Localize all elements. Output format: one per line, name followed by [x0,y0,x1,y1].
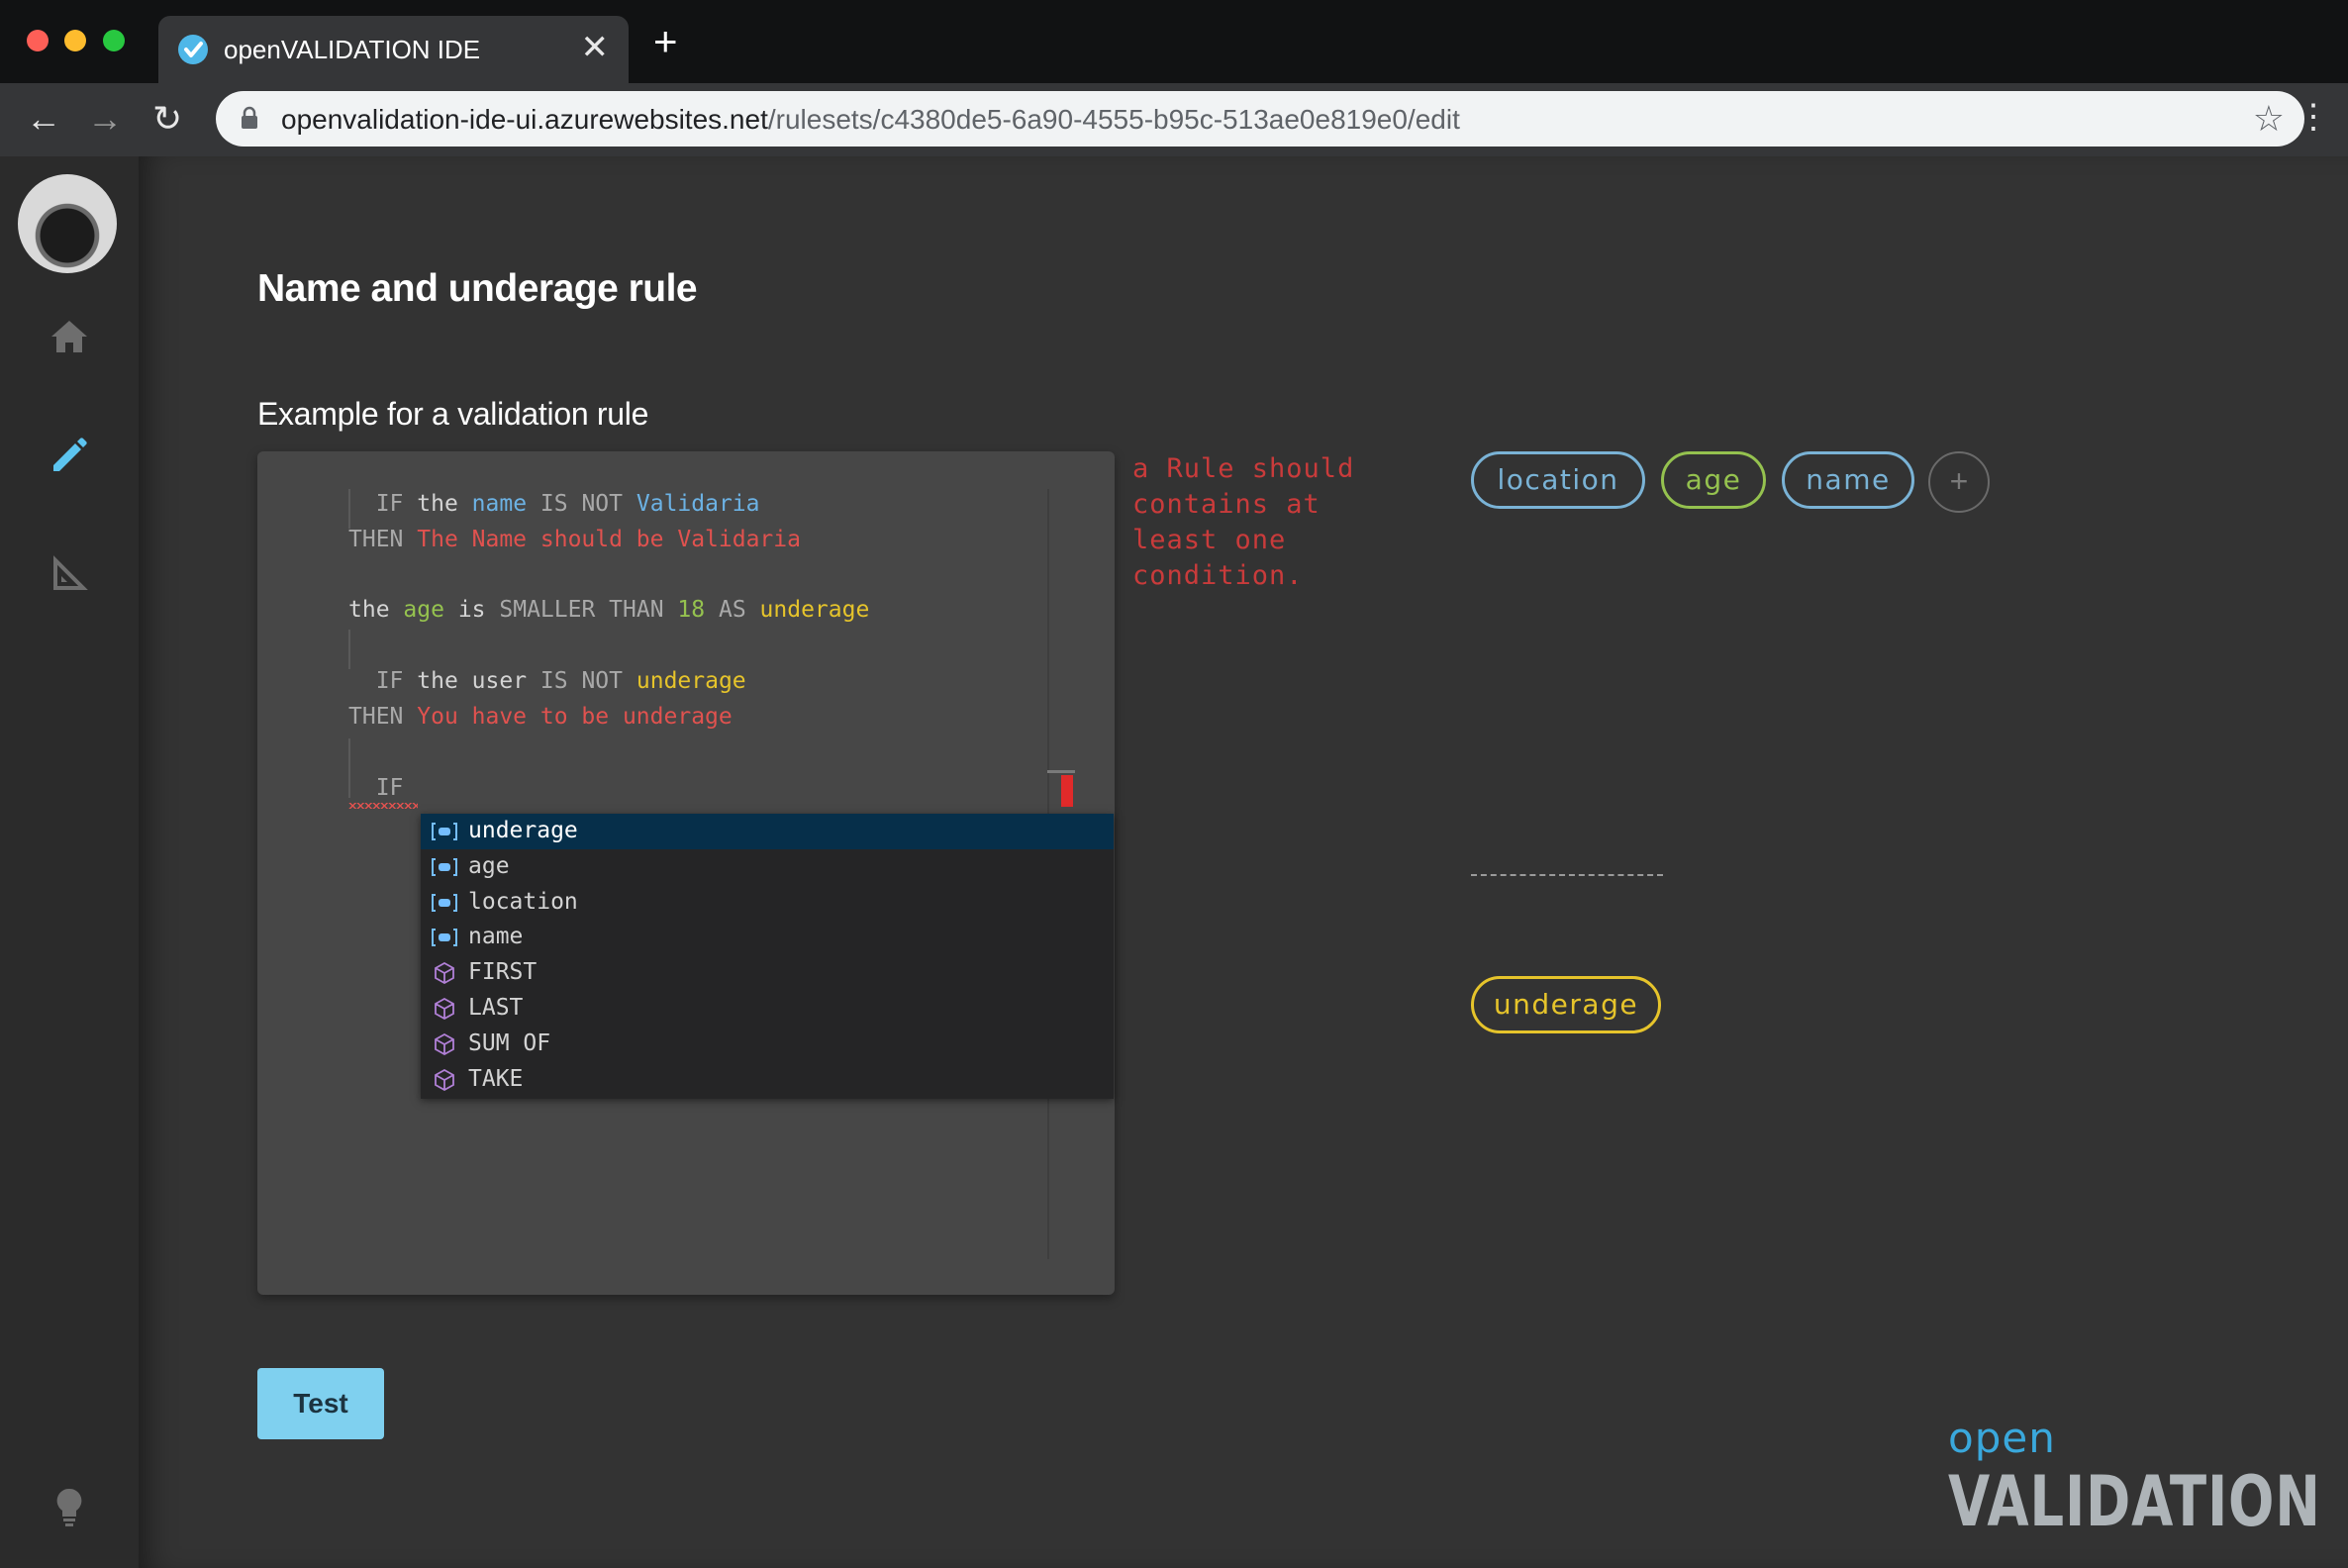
suggestion-item[interactable]: age [421,849,1114,885]
avatar[interactable] [18,174,117,273]
home-icon[interactable] [46,313,93,360]
test-button[interactable]: Test [257,1368,384,1439]
browser-toolbar: ← → ↻ openvalidation-ide-ui.azurewebsite… [0,83,2348,156]
error-squiggle [348,803,418,809]
schema-chip-age[interactable]: age [1661,451,1766,509]
tab-title: openVALIDATION IDE [224,35,481,64]
module-icon [435,1068,454,1091]
suggestion-item[interactable]: underage [421,814,1114,849]
code-line: THEN You have to be underage [348,704,733,730]
variable-icon [432,893,457,912]
variable-chip-underage[interactable]: underage [1471,976,1661,1033]
close-window-button[interactable] [27,30,49,51]
main-content: Name and underage rule Example for a val… [139,156,2348,1568]
suggestion-item[interactable]: location [421,885,1114,921]
pencil-icon[interactable] [46,432,93,479]
ruler-icon[interactable] [46,550,93,598]
suggestion-item[interactable]: name [421,920,1114,955]
code-line: IF the user IS NOT underage [375,668,746,694]
browser-menu-icon[interactable]: ⋮ [2297,97,2330,137]
indent-guide [348,630,350,669]
logo-validation-text: VALIDATION [1948,1461,2321,1542]
code-line: IF the name IS NOT Validaria [375,491,760,517]
autocomplete-list[interactable]: underage age location name FIRST LAST SU… [421,814,1114,1099]
url-path: /rulesets/c4380de5-6a90-4555-b95c-513ae0… [767,104,1460,135]
maximize-window-button[interactable] [103,30,125,51]
suggestion-item[interactable]: TAKE [421,1062,1114,1098]
back-icon[interactable]: ← [26,99,61,139]
code-line-current: IF [375,775,404,801]
variable-icon [432,823,457,840]
code-line: the age is SMALLER THAN 18 AS underage [348,597,870,623]
minimize-window-button[interactable] [64,30,86,51]
page-title: Name and underage rule [257,267,698,310]
code-line: THEN The Name should be Validaria [348,527,801,552]
url-host: openvalidation-ide-ui.azurewebsites.net [281,104,768,135]
variable-icon [432,857,457,876]
module-icon [435,1032,454,1055]
openvalidation-logo: open VALIDATION [1948,1414,2324,1542]
suggestion-item[interactable]: LAST [421,991,1114,1027]
dashed-divider [1471,874,1663,876]
add-schema-field-button[interactable]: + [1928,451,1990,513]
suggestion-item[interactable]: SUM OF [421,1027,1114,1062]
variable-icon [432,929,457,947]
scrollbar-cursor-marker [1047,770,1075,773]
bookmark-star-icon[interactable]: ☆ [2253,99,2285,139]
browser-tab[interactable]: openVALIDATION IDE ✕ [158,16,629,83]
schema-chip-location[interactable]: location [1471,451,1645,509]
suggestion-item[interactable]: FIRST [421,955,1114,991]
logo-open-text: open [1948,1414,2056,1462]
section-title: Example for a validation rule [257,396,649,432]
rule-code-editor[interactable]: IF the name IS NOT Validaria THEN The Na… [257,451,1115,1295]
forward-icon[interactable]: → [87,99,123,139]
url-text[interactable]: openvalidation-ide-ui.azurewebsites.net/… [281,104,1460,136]
lock-icon [242,106,257,129]
scrollbar-error-marker[interactable] [1061,775,1073,807]
address-bar[interactable]: openvalidation-ide-ui.azurewebsites.net/… [216,91,2304,147]
new-tab-button[interactable]: + [653,21,678,62]
reload-icon[interactable]: ↻ [152,99,182,139]
schema-chip-name[interactable]: name [1782,451,1914,509]
favicon-check-icon [178,35,208,64]
module-icon [435,997,454,1020]
browser-tab-bar: openVALIDATION IDE ✕ + [0,0,2348,83]
validation-error-message: a Rule should contains at least one cond… [1132,453,1355,591]
tab-close-icon[interactable]: ✕ [581,30,610,65]
sidebar [0,156,139,1568]
module-icon [435,962,454,985]
lightbulb-icon[interactable] [46,1483,93,1530]
